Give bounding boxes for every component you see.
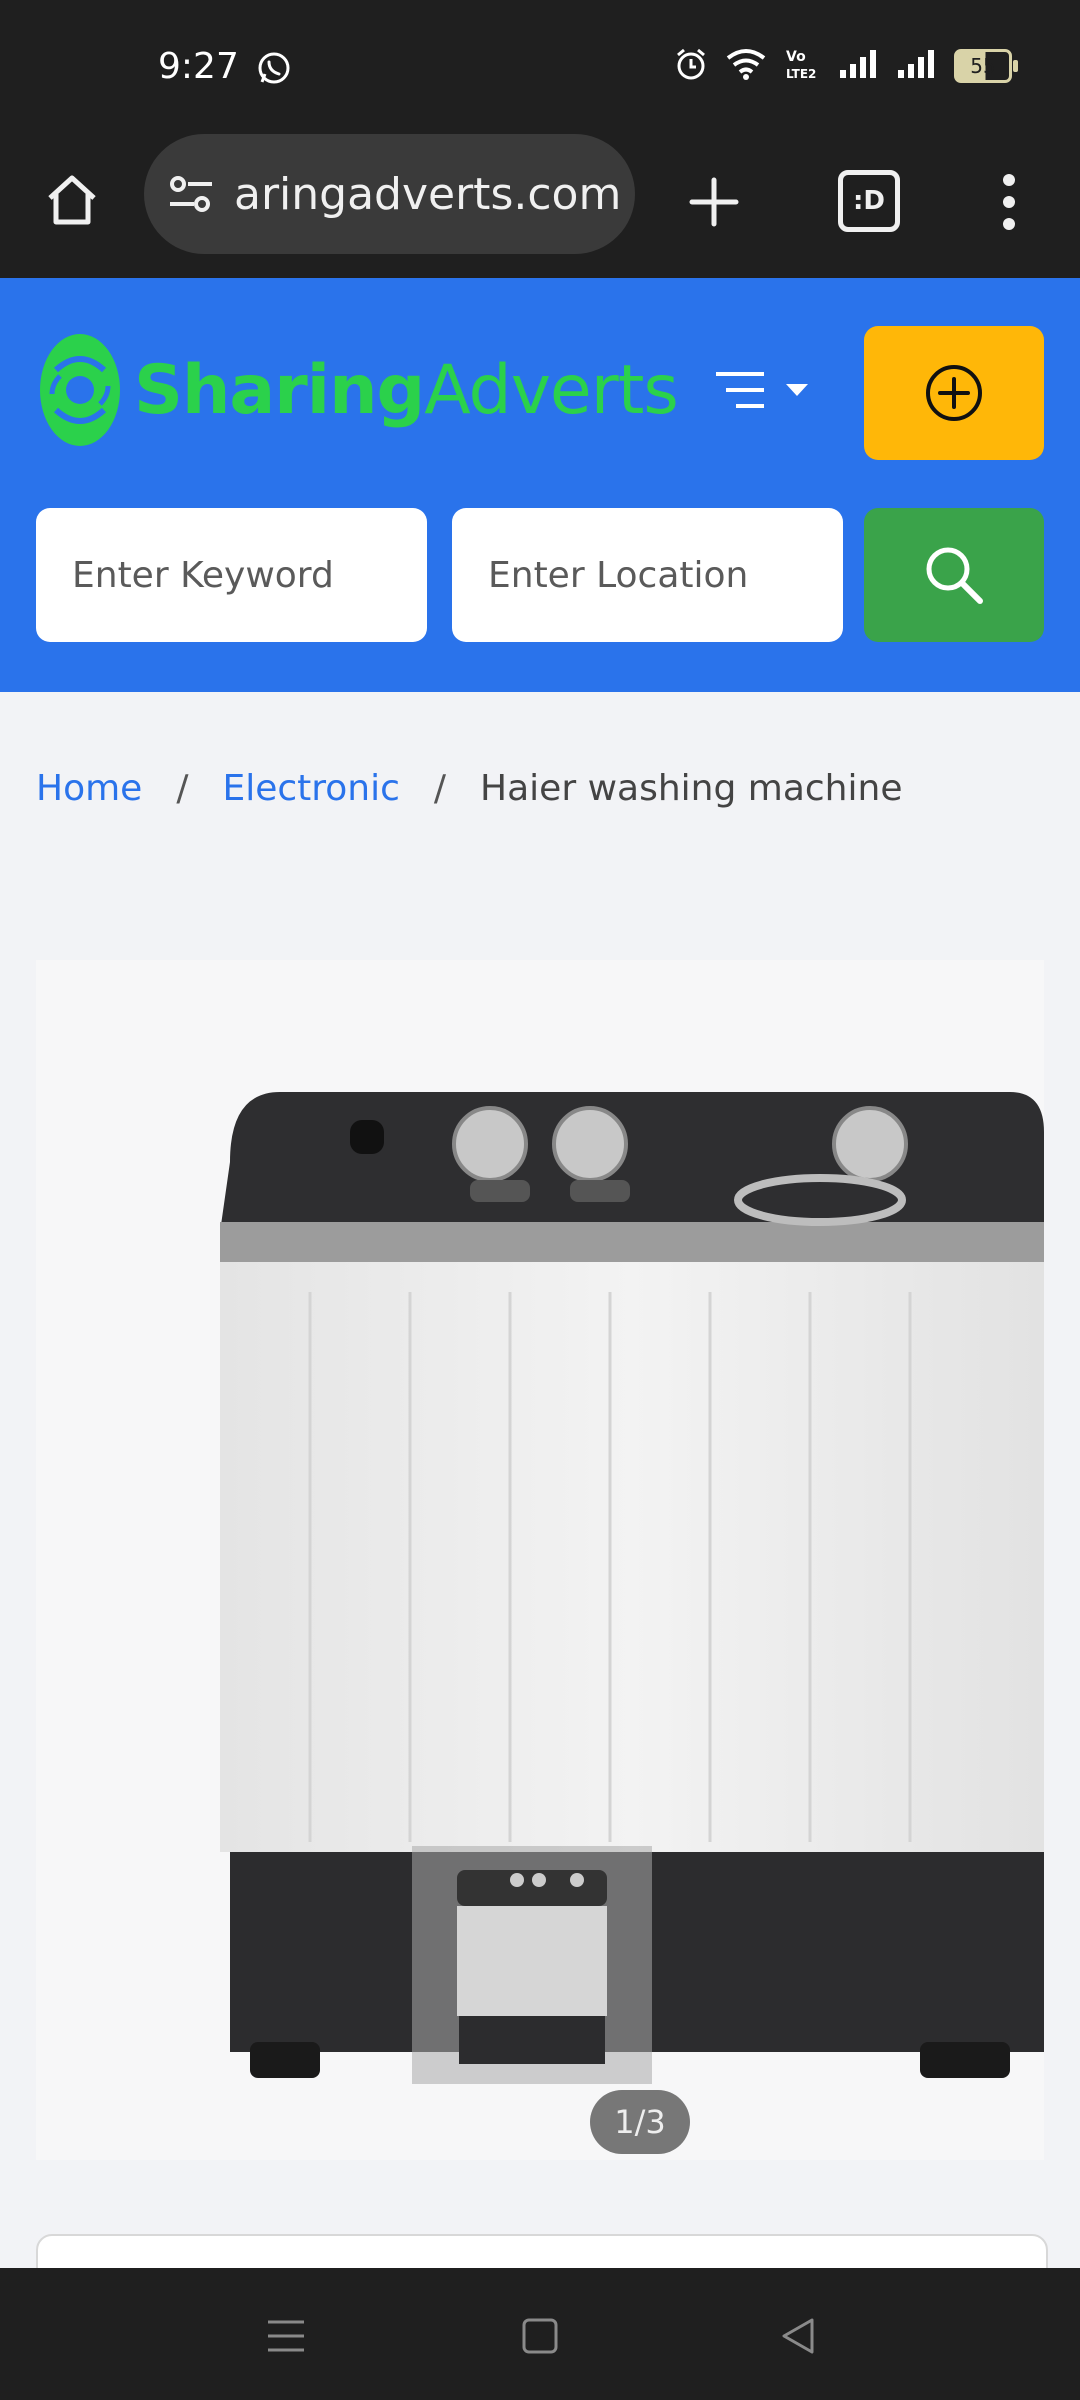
caret-down-icon [786,384,808,396]
new-tab-button[interactable] [676,164,752,240]
search-button[interactable] [864,508,1044,642]
svg-text:LTE2: LTE2 [786,67,816,81]
browser-toolbar: aringadverts.com :D [0,130,1080,278]
breadcrumb-electronic[interactable]: Electronic [222,768,399,809]
svg-text:Vo: Vo [786,49,806,65]
breadcrumb-separator: / [176,768,189,809]
logo-mark-icon [40,334,120,446]
site-header: SharingAdverts [0,278,1080,692]
system-nav-bar [0,2268,1080,2400]
wifi-icon [726,48,766,84]
logo-text: SharingAdverts [134,350,679,430]
browser-menu-button[interactable] [985,162,1033,242]
plus-icon [689,177,739,227]
breadcrumb-separator: / [433,768,447,809]
site-settings-icon[interactable] [166,169,216,219]
menu-lines-icon [716,372,764,408]
breadcrumb: Home / Electronic / Haier washing machin… [36,768,902,809]
add-circle-icon [926,365,982,421]
image-counter: 1/3 [590,2090,690,2154]
menu-icon [268,2320,304,2352]
home-icon [48,175,96,225]
recents-button[interactable] [262,2312,310,2360]
post-ad-button[interactable] [864,326,1044,460]
back-triangle-icon [782,2318,814,2354]
home-nav-button[interactable] [516,2312,564,2360]
whatsapp-icon [256,50,292,90]
search-row [36,508,1044,642]
url-text[interactable]: aringadverts.com [234,169,621,220]
breadcrumb-home[interactable]: Home [36,768,142,809]
volte-icon: Vo LTE2 [784,46,820,86]
nav-menu-toggle[interactable] [714,370,810,410]
product-gallery[interactable]: 1/3 [36,960,1044,2160]
keyword-input[interactable] [36,508,427,642]
home-button[interactable] [36,164,108,236]
alarm-icon [674,47,708,85]
status-time: 9:27 [158,46,239,87]
breadcrumb-current: Haier washing machine [480,768,903,809]
site-logo[interactable]: SharingAdverts [36,330,679,450]
square-icon [522,2318,558,2354]
back-button[interactable] [774,2312,822,2360]
address-bar[interactable]: aringadverts.com [144,134,635,254]
status-bar: 9:27 Vo LTE2 55 [0,0,1080,130]
more-vert-icon [1003,174,1015,230]
thumbnail-image [457,1870,607,2064]
signal-1-icon [838,48,878,84]
signal-2-icon [896,48,936,84]
gallery-thumbnail[interactable] [412,1846,652,2084]
search-icon [926,547,983,604]
location-input[interactable] [452,508,843,642]
battery-indicator: 55 [954,49,1018,83]
tab-switcher-button[interactable]: :D [838,170,900,232]
